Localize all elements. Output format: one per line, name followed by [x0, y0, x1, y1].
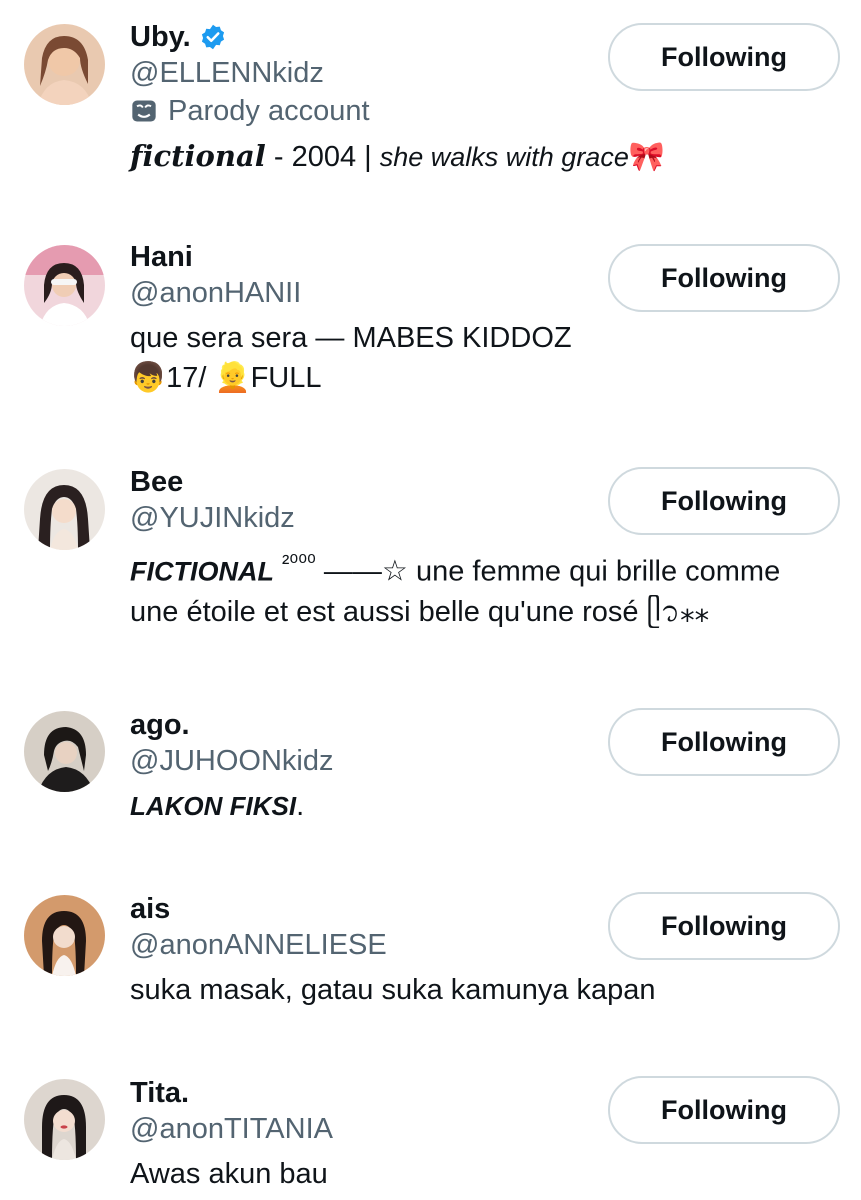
bio: Awas akun bau	[130, 1154, 841, 1194]
following-button[interactable]: Following	[608, 467, 840, 535]
bio: que sera sera — MABES KIDDOZ 👦17/ 👱FULL	[130, 318, 841, 398]
avatar[interactable]	[24, 895, 105, 976]
bio-part: - 2004 |	[265, 141, 380, 173]
following-button[interactable]: Following	[608, 892, 840, 960]
ribbon-emoji: 🎀	[628, 139, 665, 173]
bio-line-1: FICTIONAL ²⁰⁰⁰ ——☆ une femme qui brille …	[130, 543, 841, 592]
bio-line: suka masak, gatau suka kamunya kapan	[130, 974, 656, 1006]
display-name-text[interactable]: Hani	[130, 240, 193, 274]
avatar[interactable]	[24, 245, 105, 326]
parody-mask-icon	[132, 100, 156, 122]
bio: LAKON FIKSI.	[130, 786, 841, 826]
avatar-image	[24, 24, 105, 105]
avatar-image	[24, 469, 105, 550]
bio-part: .	[296, 790, 305, 822]
avatar-image	[24, 711, 105, 792]
avatar[interactable]	[24, 469, 105, 550]
following-button[interactable]: Following	[608, 708, 840, 776]
avatar[interactable]	[24, 711, 105, 792]
parody-label-text: Parody account	[168, 95, 370, 127]
parody-label: Parody account	[130, 92, 841, 130]
bio-line: Awas akun bau	[130, 1158, 328, 1190]
bio-part: she walks with grace	[379, 142, 629, 172]
display-name-text[interactable]: Tita.	[130, 1076, 189, 1110]
bio-part: ——☆ une femme qui brille comme	[315, 555, 781, 588]
display-name-text[interactable]: ais	[130, 892, 170, 926]
avatar[interactable]	[24, 24, 105, 105]
bio-line: que sera sera — MABES KIDDOZ	[130, 322, 572, 354]
bio: 𝒇𝒊𝒄𝒕𝒊𝒐𝒏𝒂𝒍 - 2004 | she walks with grace🎀	[130, 136, 841, 177]
verified-badge-icon	[201, 24, 224, 50]
following-button[interactable]: Following	[608, 244, 840, 312]
bio-part: LAKON FIKSI	[130, 791, 297, 821]
bio-part: ²⁰⁰⁰	[282, 550, 316, 575]
display-name-text[interactable]: ago.	[130, 708, 190, 742]
bio-part: FICTIONAL	[130, 556, 274, 587]
bio: suka masak, gatau suka kamunya kapan	[130, 970, 841, 1010]
display-name-text[interactable]: Bee	[130, 465, 183, 499]
following-button[interactable]: Following	[608, 1076, 840, 1144]
bio: FICTIONAL ²⁰⁰⁰ ——☆ une femme qui brille …	[130, 543, 841, 632]
bio-line-2: une étoile et est aussi belle qu'une ros…	[130, 595, 710, 628]
following-list: Uby. @ELLENNkidz Parody account 𝒇𝒊𝒄𝒕𝒊𝒐𝒏𝒂	[0, 0, 861, 1200]
bio-line: 👦17/ 👱FULL	[130, 362, 322, 394]
display-name-text[interactable]: Uby.	[130, 20, 191, 54]
bio-part: 𝒇𝒊𝒄𝒕𝒊𝒐𝒏𝒂𝒍	[130, 139, 266, 173]
following-button[interactable]: Following	[608, 23, 840, 91]
avatar[interactable]	[24, 1079, 105, 1160]
avatar-image	[24, 1079, 105, 1160]
avatar-image	[24, 895, 105, 976]
avatar-image	[24, 245, 105, 326]
